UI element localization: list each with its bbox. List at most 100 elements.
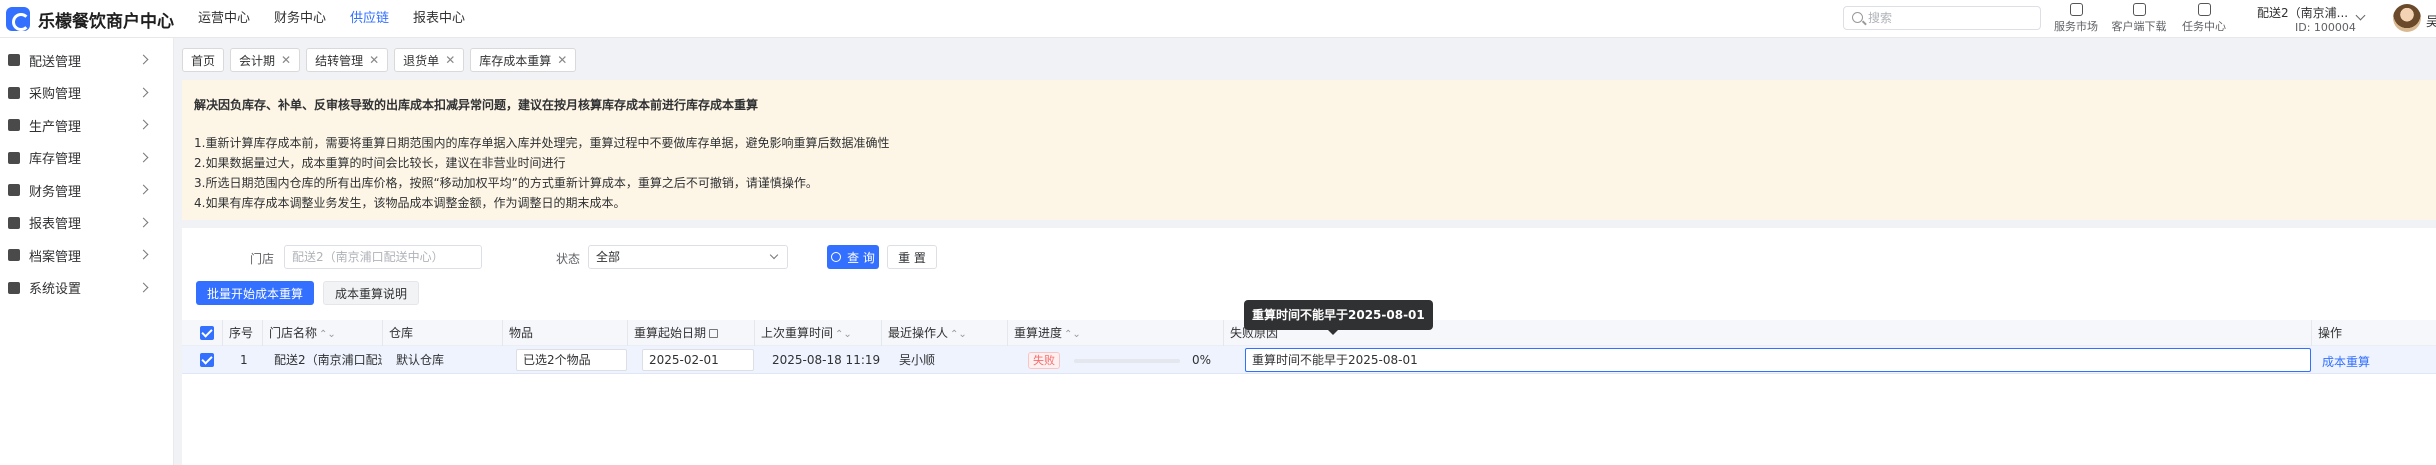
query-button[interactable]: 查 询 <box>827 245 879 269</box>
tab-carryover[interactable]: 结转管理 ✕ <box>306 48 389 72</box>
reset-button-label: 重 置 <box>898 250 926 265</box>
notice-line: 2.如果数据量过大，成本重算的时间会比较长，建议在非营业时间进行 <box>194 156 566 170</box>
sidebar-item-label: 财务管理 <box>29 184 82 200</box>
sidebar-item-finance[interactable]: 财务管理 <box>0 174 173 207</box>
recalc-help-label: 成本重算说明 <box>334 286 407 301</box>
tab-home[interactable]: 首页 <box>182 48 225 72</box>
notice-line: 1.重新计算库存成本前，需要将重算日期范围内的库存单据入库并处理完，重算过程中不… <box>194 136 890 150</box>
service-market-label: 服务市场 <box>2054 20 2098 33</box>
query-button-label: 查 询 <box>847 250 875 265</box>
chevron-right-icon <box>138 217 149 227</box>
status-select-value: 全部 <box>596 250 621 264</box>
cell-store: 配送2（南京浦口配送 <box>274 353 382 367</box>
col-seq: 序号 <box>222 320 262 346</box>
sidebar-item-settings[interactable]: 系统设置 <box>0 272 173 305</box>
col-start-date-label: 重算起始日期 <box>634 326 707 340</box>
tab-label: 会计期 <box>239 53 276 68</box>
cell-start-date-input[interactable]: 2025-02-01 <box>642 349 754 371</box>
store-switcher[interactable]: 配送2（南京浦... ID: 100004 <box>2257 2 2367 36</box>
edit-icon[interactable] <box>709 329 719 338</box>
col-last-time[interactable]: 上次重算时间 ⌃⌄ <box>754 320 881 346</box>
sidebar-item-inventory[interactable]: 库存管理 <box>0 142 173 175</box>
tab-accounting-period[interactable]: 会计期 ✕ <box>230 48 301 72</box>
task-center-button[interactable]: 任务中心 <box>2174 3 2234 34</box>
tab-return-order[interactable]: 退货单 ✕ <box>394 48 465 72</box>
folder-icon <box>2132 3 2146 16</box>
client-download-button[interactable]: 客户端下载 <box>2109 3 2169 34</box>
topnav-operations[interactable]: 运营中心 <box>186 0 262 38</box>
search-input[interactable] <box>1868 9 2036 27</box>
sidebar-item-label: 报表管理 <box>29 217 82 233</box>
tab-label: 退货单 <box>403 53 440 68</box>
row-checkbox[interactable] <box>200 353 214 367</box>
finance-icon <box>8 184 20 197</box>
store-filter-label: 门店 <box>250 252 275 266</box>
sidebar-item-delivery[interactable]: 配送管理 <box>0 44 173 77</box>
store-id: ID: 100004 <box>2295 21 2356 34</box>
store-name: 配送2（南京浦... <box>2257 6 2349 20</box>
sidebar-item-production[interactable]: 生产管理 <box>0 109 173 142</box>
user-name: 吴 <box>2426 15 2436 30</box>
notice-line: 3.所选日期范围内仓库的所有出库价格，按照“移动加权平均”的方式重新计算成本，重… <box>194 176 818 190</box>
sort-icon: ⌃⌄ <box>950 329 967 340</box>
col-store[interactable]: 门店名称 ⌃⌄ <box>262 320 382 346</box>
recalc-cost-link[interactable]: 成本重算 <box>2322 353 2370 370</box>
close-icon[interactable]: ✕ <box>369 53 379 67</box>
sidebar-item-label: 生产管理 <box>29 119 82 135</box>
sidebar-item-archives[interactable]: 档案管理 <box>0 239 173 272</box>
close-icon[interactable]: ✕ <box>281 53 291 67</box>
close-icon[interactable]: ✕ <box>557 53 567 67</box>
chevron-right-icon <box>138 87 149 97</box>
topnav-reports[interactable]: 报表中心 <box>401 0 477 38</box>
search-icon <box>831 252 842 262</box>
failure-reason-field[interactable]: 重算时间不能早于2025-08-01 <box>1245 348 2311 372</box>
service-market-button[interactable]: 服务市场 <box>2046 3 2106 34</box>
progress-bar <box>1074 359 1180 363</box>
app-title: 乐檬餐饮商户中心 <box>38 11 174 32</box>
table-row[interactable]: 1 配送2（南京浦口配送 默认仓库 已选2个物品 2025-02-01 2025… <box>182 346 2436 374</box>
store-filter-input[interactable]: 配送2（南京浦口配送中心） <box>284 245 482 269</box>
avatar[interactable] <box>2393 4 2421 32</box>
sidebar-item-purchase[interactable]: 采购管理 <box>0 77 173 110</box>
recalc-help-button[interactable]: 成本重算说明 <box>323 281 419 305</box>
col-operator[interactable]: 最近操作人 ⌃⌄ <box>881 320 1007 346</box>
chevron-right-icon <box>138 152 149 162</box>
chevron-down-icon <box>769 250 779 260</box>
top-nav: 运营中心 财务中心 供应链 报表中心 <box>186 0 477 38</box>
app-logo[interactable]: 乐檬餐饮商户中心 <box>6 5 174 33</box>
chevron-right-icon <box>138 119 149 130</box>
content-panel: 门店 配送2（南京浦口配送中心） 状态 全部 查 询 重 置 批量开始成本重算 … <box>182 228 2436 465</box>
sidebar-item-label: 配送管理 <box>29 54 82 70</box>
cell-item-select[interactable]: 已选2个物品 <box>516 349 627 371</box>
select-all-checkbox[interactable] <box>200 326 214 340</box>
reset-button[interactable]: 重 置 <box>887 245 937 269</box>
col-warehouse: 仓库 <box>382 320 502 346</box>
tab-cost-recalc[interactable]: 库存成本重算 ✕ <box>470 48 577 72</box>
tab-label: 库存成本重算 <box>479 53 552 68</box>
cell-warehouse[interactable]: 默认仓库 <box>390 346 502 374</box>
col-progress[interactable]: 重算进度 ⌃⌄ <box>1007 320 1223 346</box>
topnav-supply-chain[interactable]: 供应链 <box>338 0 401 38</box>
search-icon <box>1852 12 1863 23</box>
batch-recalc-button[interactable]: 批量开始成本重算 <box>196 281 314 305</box>
col-progress-label: 重算进度 <box>1014 326 1063 340</box>
cell-last-time: 2025-08-18 11:19:13 <box>772 353 881 367</box>
shop-icon <box>2069 3 2083 16</box>
topnav-finance[interactable]: 财务中心 <box>262 0 338 38</box>
chevron-right-icon <box>138 249 149 260</box>
status-select[interactable]: 全部 <box>588 245 788 269</box>
col-last-time-label: 上次重算时间 <box>761 326 834 340</box>
batch-recalc-label: 批量开始成本重算 <box>206 286 303 301</box>
sort-icon: ⌃⌄ <box>835 329 852 340</box>
close-icon[interactable]: ✕ <box>445 53 455 67</box>
truck-icon <box>8 54 20 67</box>
sidebar-item-label: 库存管理 <box>29 152 82 168</box>
sidebar-item-reports[interactable]: 报表管理 <box>0 207 173 240</box>
gear-icon <box>8 281 20 294</box>
client-download-label: 客户端下载 <box>2111 20 2167 33</box>
sort-icon: ⌃⌄ <box>319 329 336 340</box>
status-filter-label: 状态 <box>556 252 581 266</box>
sort-icon: ⌃⌄ <box>1064 329 1081 340</box>
col-item: 物品 <box>502 320 627 346</box>
col-action: 操作 <box>2311 320 2436 346</box>
